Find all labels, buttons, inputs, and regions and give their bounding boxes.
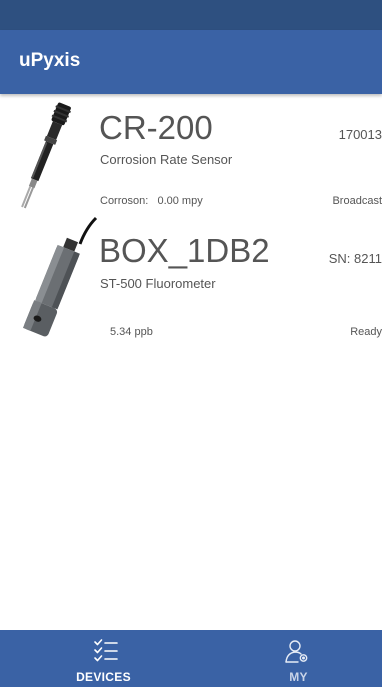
tab-devices-label: DEVICES [76,670,131,684]
user-settings-icon [285,640,308,663]
device-status: Broadcast [332,195,382,207]
device-status: Ready [350,326,382,338]
app-title: uPyxis [19,50,81,71]
device-reading: Corroson: 0.00 mpy [100,195,203,207]
device-list: CR-200 Corrosion Rate Sensor 170013 Corr… [0,94,382,340]
corrosion-probe-image [21,102,71,209]
device-serial: 170013 [338,127,382,142]
device-serial: SN: 8211 [328,251,382,266]
device-name: CR-200 [99,109,213,146]
bottom-nav: DEVICES MY [0,630,382,687]
tab-my-label: MY [289,670,308,684]
status-bar [0,0,382,30]
device-item-box-1db2[interactable]: BOX_1DB2 ST-500 Fluorometer SN: 8211 5.3… [0,214,382,340]
app-screen: uPyxis CR-200 Corrosion Rate Sensor 1700… [0,0,382,687]
checklist-icon [94,639,118,662]
device-type: Corrosion Rate Sensor [100,152,233,167]
app-bar: uPyxis [0,30,382,94]
fluorometer-probe-image [22,216,98,337]
device-item-cr-200[interactable]: CR-200 Corrosion Rate Sensor 170013 Corr… [0,94,382,214]
tab-my[interactable]: MY [191,630,382,687]
device-name: BOX_1DB2 [99,232,270,269]
device-reading: 5.34 ppb [110,326,153,338]
device-type: ST-500 Fluorometer [100,276,216,291]
tab-devices[interactable]: DEVICES [0,630,191,687]
